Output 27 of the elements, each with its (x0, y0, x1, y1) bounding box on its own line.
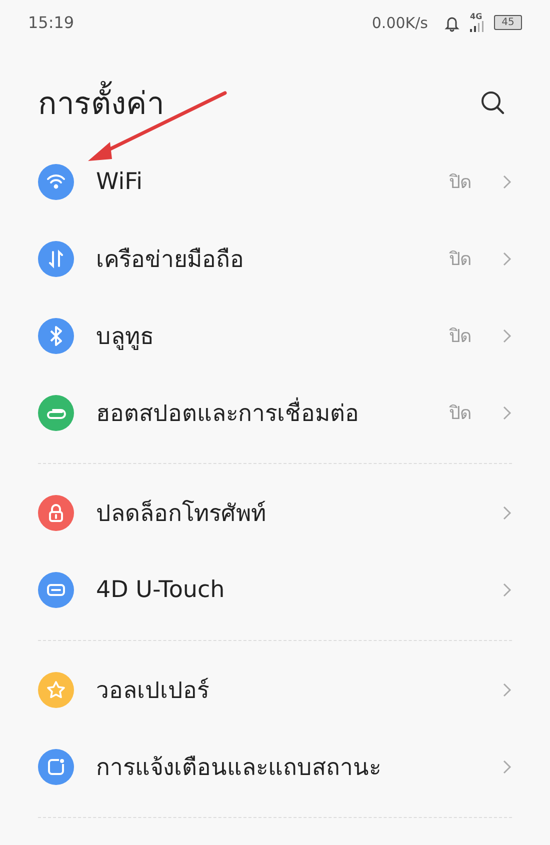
chevron-icon (502, 758, 512, 774)
signal-icon (470, 21, 486, 32)
network-speed: 0.00K/s (372, 14, 428, 32)
setting-value: ปิด (449, 325, 472, 349)
chevron-icon (502, 404, 512, 420)
chevron-icon (502, 582, 512, 598)
setting-label[interactable]: ปลดล็อกโทรศัพท์ (96, 494, 472, 530)
setting-value: ปิด (449, 402, 472, 426)
network-type: 4G (470, 13, 482, 21)
setting-label[interactable]: การแจ้งเตือนและแถบสถานะ (96, 748, 472, 784)
setting-value: ปิด (449, 171, 472, 195)
setting-label[interactable]: ฮอตสปอตและการเชื่อมต่อ (96, 394, 427, 430)
setting-label[interactable]: เครือข่ายมือถือ (96, 240, 427, 276)
setting-label[interactable]: WiFi (96, 168, 427, 194)
chevron-icon (502, 682, 512, 698)
chevron-icon (502, 250, 512, 266)
chevron-icon (502, 504, 512, 520)
page-title: การตั้งค่า (38, 78, 164, 128)
setting-label[interactable]: วอลเปเปอร์ (96, 672, 472, 708)
time: 15:19 (28, 13, 76, 32)
chevron-icon (502, 328, 512, 344)
setting-label[interactable]: 4D U-Touch (96, 576, 472, 602)
setting-label[interactable]: บลูทูธ (96, 318, 427, 354)
setting-value: ปิด (449, 248, 472, 272)
battery-indicator: 45 (494, 15, 522, 30)
search-icon[interactable] (480, 90, 506, 116)
chevron-icon (502, 174, 512, 190)
